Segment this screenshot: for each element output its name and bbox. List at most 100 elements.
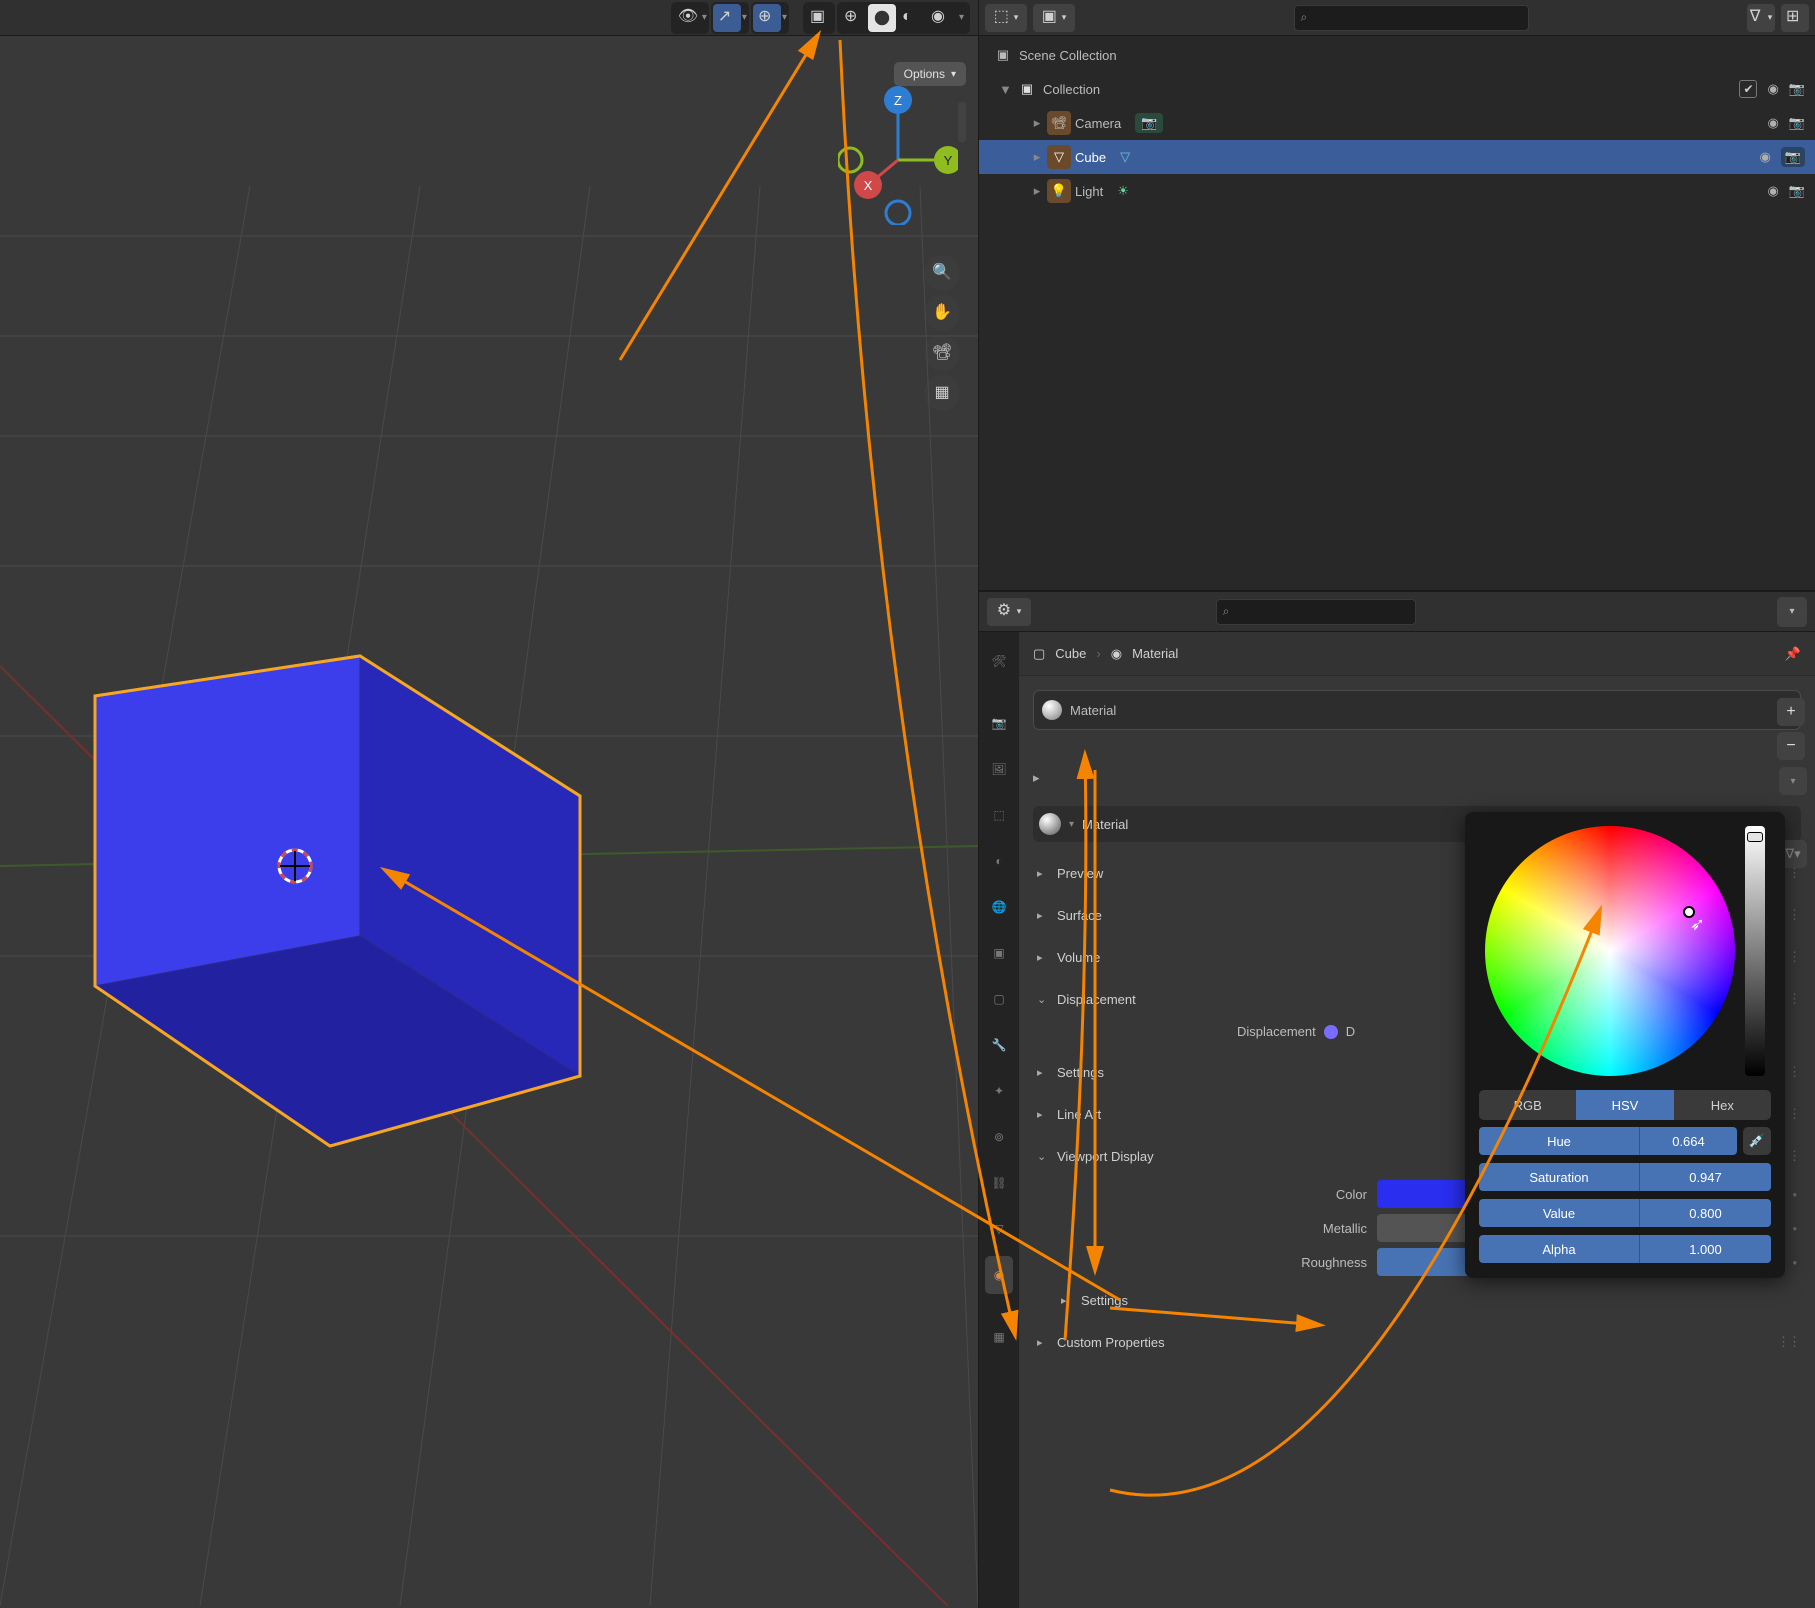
tab-output-icon[interactable]: 🖼 — [985, 750, 1013, 788]
tab-tool-icon[interactable]: 🛠 — [985, 642, 1013, 680]
color-picker-popup: ➶ RGB HSV Hex Hue 0.664 💉 — [1465, 812, 1785, 1278]
filter-icon[interactable]: ∇▾ — [1747, 4, 1775, 32]
value-field[interactable]: Value0.800 — [1479, 1199, 1771, 1227]
hsv-color-wheel[interactable]: ➶ — [1485, 826, 1735, 1076]
material-sphere-icon: ◉ — [1111, 646, 1122, 662]
tab-world-icon[interactable]: 🌐 — [985, 888, 1013, 926]
field-label: Color — [1067, 1187, 1367, 1202]
pin-icon[interactable]: 📌 — [1785, 646, 1801, 662]
material-slot-label: Material — [1070, 703, 1116, 718]
camera-restrict-icon[interactable]: 📷 — [1789, 81, 1805, 97]
viewport-3d[interactable]: 👁 ▾ ↗ ▾ ⊕ ▾ ▣ ⊕ ◐ ◉ ▾ Options ▾ — [0, 0, 978, 1608]
expand-icon[interactable]: ▼ — [999, 82, 1011, 97]
expand-icon[interactable]: ▸ — [1031, 149, 1043, 165]
add-slot-button[interactable]: + — [1777, 698, 1805, 726]
displacement-value[interactable]: D — [1346, 1024, 1355, 1039]
value-slider[interactable] — [1745, 826, 1765, 1076]
outliner-search-input[interactable] — [1294, 5, 1529, 31]
eye-icon[interactable]: ◉ — [1767, 81, 1778, 97]
camera-data-icon[interactable]: 📷 — [1135, 113, 1163, 133]
tree-label: Collection — [1043, 82, 1100, 97]
alpha-field[interactable]: Alpha1.000 — [1479, 1235, 1771, 1263]
hue-field[interactable]: Hue 0.664 — [1479, 1127, 1737, 1155]
mesh-icon: ▽ — [1047, 145, 1071, 169]
saturation-field[interactable]: Saturation0.947 — [1479, 1163, 1771, 1191]
properties-header: ⚙▾ ⌕ ▾ — [979, 592, 1815, 632]
outliner-tree[interactable]: ▣ Scene Collection ▼ ▣ Collection ◉ 📷 ▸ … — [979, 36, 1815, 208]
shading-wireframe-icon[interactable]: ⊕ — [839, 4, 867, 32]
camera-restrict-icon[interactable]: 📷 — [1789, 183, 1805, 199]
color-mode-tabs: RGB HSV Hex — [1479, 1090, 1771, 1120]
tree-row-collection[interactable]: ▼ ▣ Collection ◉ 📷 — [979, 72, 1815, 106]
visibility-icon[interactable]: 👁 — [673, 4, 701, 32]
search-icon: ⌕ — [1301, 10, 1308, 25]
viewport-canvas[interactable] — [0, 36, 978, 1606]
properties-editor-dropdown[interactable]: ⚙▾ — [987, 598, 1031, 626]
tab-data-icon[interactable]: ▽ — [985, 1210, 1013, 1248]
tree-row-cube[interactable]: ▸ ▽ Cube ▽ ◉ 📷 — [979, 140, 1815, 174]
properties-search-input[interactable] — [1216, 599, 1416, 625]
material-properties: ▢ Cube › ◉ Material 📌 Material + − ▾ — [1019, 632, 1815, 1608]
tab-texture-icon[interactable]: ▦ — [985, 1318, 1013, 1356]
shading-material-icon[interactable]: ◐ — [897, 4, 925, 32]
mode-rgb-button[interactable]: RGB — [1479, 1090, 1576, 1120]
properties-panel: ⚙▾ ⌕ ▾ 🛠 📷 🖼 ⬚ ◐ 🌐 ▣ ▢ 🔧 ✦ ⊚ ⛓ — [978, 590, 1815, 1608]
slot-menu-dropdown[interactable]: ▾ — [1779, 767, 1807, 795]
breadcrumb-obj[interactable]: Cube — [1055, 646, 1086, 661]
tab-viewlayer-icon[interactable]: ⬚ — [985, 796, 1013, 834]
outliner-display-dropdown[interactable]: ▣▾ — [1033, 4, 1075, 32]
tab-material-icon[interactable]: ◉ — [985, 1256, 1013, 1294]
eyedropper-icon[interactable]: 💉 — [1743, 1127, 1771, 1155]
shading-rendered-icon[interactable]: ◉ — [926, 4, 954, 32]
xray-toggle-icon[interactable]: ▣ — [805, 4, 833, 32]
camera-restrict-icon[interactable]: 📷 — [1781, 147, 1805, 167]
mode-hex-button[interactable]: Hex — [1674, 1090, 1771, 1120]
expand-icon[interactable]: ▸ — [1031, 183, 1043, 199]
collection-icon: ▣ — [1015, 77, 1039, 101]
tree-row-scene[interactable]: ▣ Scene Collection — [979, 38, 1815, 72]
shading-solid-icon[interactable] — [868, 4, 896, 32]
tab-collection-icon[interactable]: ▣ — [985, 934, 1013, 972]
exclude-checkbox[interactable] — [1739, 80, 1757, 98]
remove-slot-button[interactable]: − — [1777, 732, 1805, 760]
tab-scene-icon[interactable]: ◐ — [985, 842, 1013, 880]
overlays-toggle-icon[interactable]: ⊕ — [753, 4, 781, 32]
tab-modifiers-icon[interactable]: 🔧 — [985, 1026, 1013, 1064]
outliner-mode-dropdown[interactable]: ⬚▾ — [985, 4, 1027, 32]
new-collection-icon[interactable]: ⊞ — [1781, 4, 1809, 32]
panel-custom-properties[interactable]: ▸Custom Properties — [1037, 1321, 1797, 1363]
socket-icon[interactable] — [1324, 1025, 1338, 1039]
expand-icon[interactable]: ▸ — [1031, 115, 1043, 131]
slider-handle[interactable] — [1747, 832, 1763, 842]
cube-mesh[interactable] — [95, 656, 580, 1146]
mode-hsv-button[interactable]: HSV — [1576, 1090, 1673, 1120]
tree-row-light[interactable]: ▸ 💡 Light ☀ ◉ 📷 — [979, 174, 1815, 208]
tab-particles-icon[interactable]: ✦ — [985, 1072, 1013, 1110]
drag-handle-icon[interactable] — [1779, 1334, 1797, 1350]
mesh-data-icon[interactable]: ▽ — [1120, 149, 1130, 165]
tab-object-icon[interactable]: ▢ — [985, 980, 1013, 1018]
eye-icon[interactable]: ◉ — [1767, 183, 1778, 199]
breadcrumb-mat[interactable]: Material — [1132, 646, 1178, 661]
panel-inner-settings[interactable]: ▸Settings — [1037, 1279, 1797, 1321]
preview-expand-icon[interactable]: ▸ — [1033, 770, 1801, 786]
gizmo-toggle-icon[interactable]: ↗ — [713, 4, 741, 32]
light-data-icon[interactable]: ☀ — [1117, 183, 1129, 199]
properties-options-dropdown[interactable]: ▾ — [1777, 597, 1807, 627]
tab-physics-icon[interactable]: ⊚ — [985, 1118, 1013, 1156]
tab-constraints-icon[interactable]: ⛓ — [985, 1164, 1013, 1202]
tab-render-icon[interactable]: 📷 — [985, 704, 1013, 742]
material-slot[interactable]: Material — [1033, 690, 1801, 730]
eye-icon[interactable]: ◉ — [1767, 115, 1778, 131]
viewport-header: 👁 ▾ ↗ ▾ ⊕ ▾ ▣ ⊕ ◐ ◉ ▾ — [0, 0, 978, 36]
outliner-header: ⬚▾ ▣▾ ⌕ ∇▾ ⊞ — [979, 0, 1815, 36]
material-browse-icon[interactable] — [1039, 813, 1061, 835]
tree-row-camera[interactable]: ▸ 📽 Camera 📷 ◉ 📷 — [979, 106, 1815, 140]
cursor-3d — [279, 850, 311, 882]
breadcrumb: ▢ Cube › ◉ Material 📌 — [1019, 632, 1815, 676]
properties-tabs: 🛠 📷 🖼 ⬚ ◐ 🌐 ▣ ▢ 🔧 ✦ ⊚ ⛓ ▽ ◉ ▦ — [979, 632, 1019, 1608]
camera-restrict-icon[interactable]: 📷 — [1789, 115, 1805, 131]
scene-collection-icon: ▣ — [991, 43, 1015, 67]
eye-icon[interactable]: ◉ — [1759, 149, 1770, 165]
field-label: Displacement — [1237, 1024, 1316, 1039]
